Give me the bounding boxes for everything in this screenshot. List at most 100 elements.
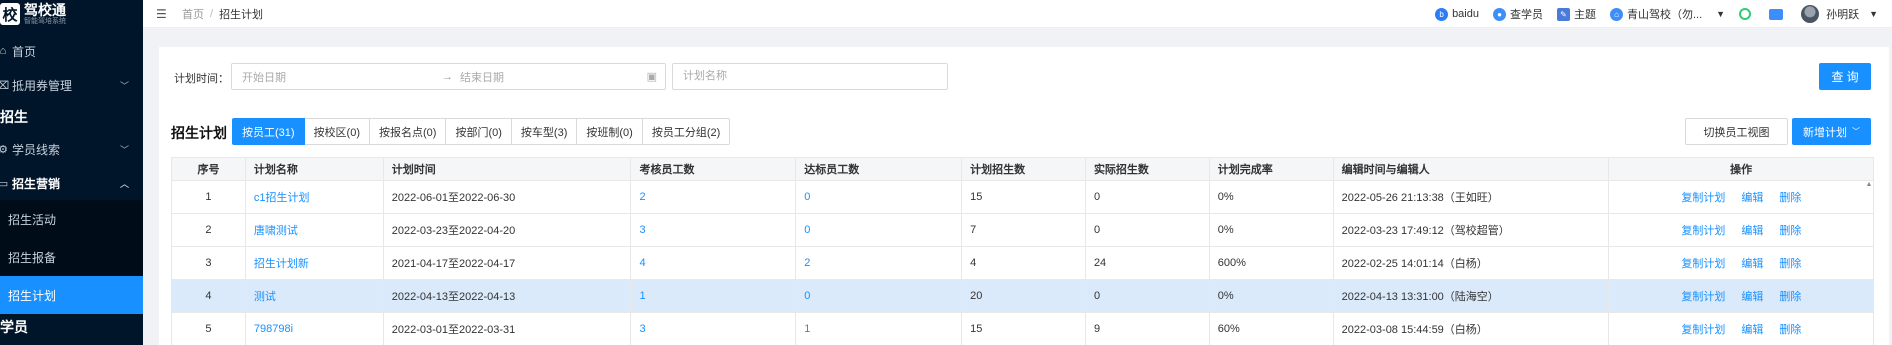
tab-by-campus[interactable]: 按校区(0) <box>304 118 371 145</box>
column-header: 考核员工数 <box>631 158 797 180</box>
breadcrumb-home[interactable]: 首页 <box>182 6 204 22</box>
refresh-button[interactable] <box>1739 8 1755 20</box>
delete-button[interactable]: 删除 <box>1779 321 1801 337</box>
sidebar-item-leads[interactable]: ⚙ 学员线索 ﹀ <box>0 132 143 166</box>
tab-by-signup-point[interactable]: 按报名点(0) <box>370 118 447 145</box>
scroll-up-icon[interactable]: ▲ <box>1864 181 1874 188</box>
tab-by-employee-group[interactable]: 按员工分组(2) <box>642 118 731 145</box>
tab-by-car-type[interactable]: 按车型(3) <box>511 118 578 145</box>
cell-text: 0 <box>1093 290 1101 302</box>
table-cell: 4 <box>172 280 246 312</box>
count-link[interactable]: 2 <box>804 257 810 269</box>
table-cell: 2022-03-01至2022-03-31 <box>384 313 632 345</box>
range-arrow-icon: → <box>442 70 453 83</box>
count-link[interactable]: 1 <box>639 290 645 302</box>
menu-fold-icon[interactable]: ☰ <box>156 7 170 21</box>
baidu-link[interactable]: b baidu <box>1435 7 1479 21</box>
plan-name-input[interactable]: 计划名称 <box>672 63 948 90</box>
chevron-down-icon: ﹀ <box>119 80 129 91</box>
table-row[interactable]: 5 798798i 2022-03-01至2022-03-31 3 1 15 9 60% 202… <box>171 313 1874 345</box>
table-cell: 2022-04-13 13:31:00（陆海空） <box>1334 280 1610 312</box>
column-header: 操作 <box>1730 164 1753 176</box>
theme-button[interactable]: ✎ 主题 <box>1556 6 1596 22</box>
delete-button[interactable]: 删除 <box>1779 222 1801 238</box>
table-row[interactable]: 3 招生计划新 2021-04-17至2022-04-17 4 2 4 24 600% 2022… <box>171 247 1874 280</box>
table-cell: 0% <box>1210 280 1334 312</box>
delete-button[interactable]: 删除 <box>1779 288 1801 304</box>
chevron-up-icon: ︿ <box>119 178 129 189</box>
table-row[interactable]: 2 唐啸测试 2022-03-23至2022-04-20 3 0 7 0 0% 2022-03-… <box>171 214 1874 247</box>
count-link[interactable]: 0 <box>804 290 810 302</box>
table-cell: 招生计划新 <box>246 247 384 279</box>
start-date-input[interactable]: 开始日期 <box>242 69 442 85</box>
count-link[interactable]: 0 <box>804 191 810 203</box>
table-cell: 2022-02-25 14:01:14（白杨） <box>1334 247 1610 279</box>
tab-by-employee[interactable]: 按员工(31) <box>232 118 305 145</box>
cell-text: 2021-04-17至2022-04-17 <box>391 258 516 270</box>
edit-button[interactable]: 编辑 <box>1741 222 1763 238</box>
count-link[interactable]: 1 <box>804 323 810 335</box>
search-student-button[interactable]: ● 查学员 <box>1492 6 1543 22</box>
breadcrumb: 首页 / 招生计划 <box>182 6 264 22</box>
table-cell: 2021-04-17至2022-04-17 <box>384 247 632 279</box>
copy-plan-button[interactable]: 复制计划 <box>1681 222 1725 238</box>
sidebar-item-enroll-plan[interactable]: 招生计划 <box>0 276 143 314</box>
edit-button[interactable]: 编辑 <box>1741 321 1763 337</box>
cell-text: 4 <box>970 257 977 269</box>
cell-text: 0 <box>1093 224 1101 236</box>
table-cell: 0% <box>1210 181 1334 213</box>
copy-plan-button[interactable]: 复制计划 <box>1681 255 1725 271</box>
plan-name-link[interactable]: 测试 <box>254 288 276 304</box>
table-cell: 5 <box>172 313 246 345</box>
sidebar-item-home[interactable]: ⌂ 首页 <box>0 34 143 68</box>
table-row[interactable]: 1 c1招生计划 2022-06-01至2022-06-30 2 0 15 0 0% 2022-… <box>171 181 1874 214</box>
cell-text: 2022-03-08 15:44:59（白杨） <box>1341 324 1488 336</box>
logo-subtitle: 智能驾培系统 <box>24 18 66 25</box>
column-header: 计划时间 <box>384 158 632 180</box>
sidebar-item-label: 抵用券管理 <box>12 78 73 93</box>
edit-button[interactable]: 编辑 <box>1741 288 1763 304</box>
count-link[interactable]: 4 <box>639 257 645 269</box>
delete-button[interactable]: 删除 <box>1779 255 1801 271</box>
count-link[interactable]: 3 <box>639 224 645 236</box>
copy-plan-button[interactable]: 复制计划 <box>1681 321 1725 337</box>
folder-icon: ▭ <box>0 177 9 190</box>
copy-plan-button[interactable]: 复制计划 <box>1681 189 1725 205</box>
table-cell: 1 <box>631 280 797 312</box>
tab-by-class[interactable]: 按班制(0) <box>577 118 643 145</box>
submenu-marketing: 招生活动 招生报备 招生计划 <box>0 200 143 314</box>
cell-text: 2022-04-13 13:31:00（陆海空） <box>1341 291 1499 303</box>
breadcrumb-current: 招生计划 <box>219 8 264 21</box>
delete-button[interactable]: 删除 <box>1779 189 1801 205</box>
table-body: 1 c1招生计划 2022-06-01至2022-06-30 2 0 15 0 0% 2022-… <box>171 181 1874 345</box>
screen-button[interactable] <box>1769 8 1787 20</box>
plan-name-link[interactable]: 招生计划新 <box>254 255 309 271</box>
coupon-icon: ⌧ <box>0 79 10 92</box>
plan-name-link[interactable]: 798798i <box>254 323 293 335</box>
sidebar-item-marketing[interactable]: ▭ 招生营销 ︿ <box>0 166 143 200</box>
count-link[interactable]: 2 <box>639 191 645 203</box>
count-link[interactable]: 3 <box>639 323 645 335</box>
switch-view-button[interactable]: 切换员工视图 <box>1685 118 1788 145</box>
date-range-picker[interactable]: 开始日期 → 结束日期 ▣ <box>231 63 666 90</box>
table-row[interactable]: 4 测试 2022-04-13至2022-04-13 1 0 20 0 0% 2022-04-1… <box>171 280 1874 313</box>
tab-by-department[interactable]: 按部门(0) <box>446 118 512 145</box>
sidebar-item-enroll-report[interactable]: 招生报备 <box>0 238 143 276</box>
cell-text: 2 <box>205 224 212 236</box>
end-date-input[interactable]: 结束日期 <box>460 69 647 85</box>
user-name: 孙明跃 <box>1826 9 1860 21</box>
row-actions: 复制计划 编辑 删除 <box>1609 181 1873 213</box>
plan-name-link[interactable]: 唐啸测试 <box>254 222 298 238</box>
copy-plan-button[interactable]: 复制计划 <box>1681 288 1725 304</box>
count-link[interactable]: 0 <box>804 224 810 236</box>
edit-button[interactable]: 编辑 <box>1741 255 1763 271</box>
sidebar-item-enroll-activity[interactable]: 招生活动 <box>0 200 143 238</box>
school-select[interactable]: ⌂ 青山驾校（勿... ▼ <box>1609 6 1725 22</box>
sidebar-item-coupon[interactable]: ⌧ 抵用券管理 ﹀ <box>0 68 143 102</box>
new-plan-button[interactable]: 新增计划 ﹀ <box>1792 118 1871 145</box>
sidebar-item-label: 首页 <box>12 44 37 59</box>
edit-button[interactable]: 编辑 <box>1741 189 1763 205</box>
user-menu[interactable]: 孙明跃 ▼ <box>1801 5 1878 23</box>
plan-name-link[interactable]: c1招生计划 <box>254 189 310 205</box>
query-button[interactable]: 查 询 <box>1819 63 1871 90</box>
